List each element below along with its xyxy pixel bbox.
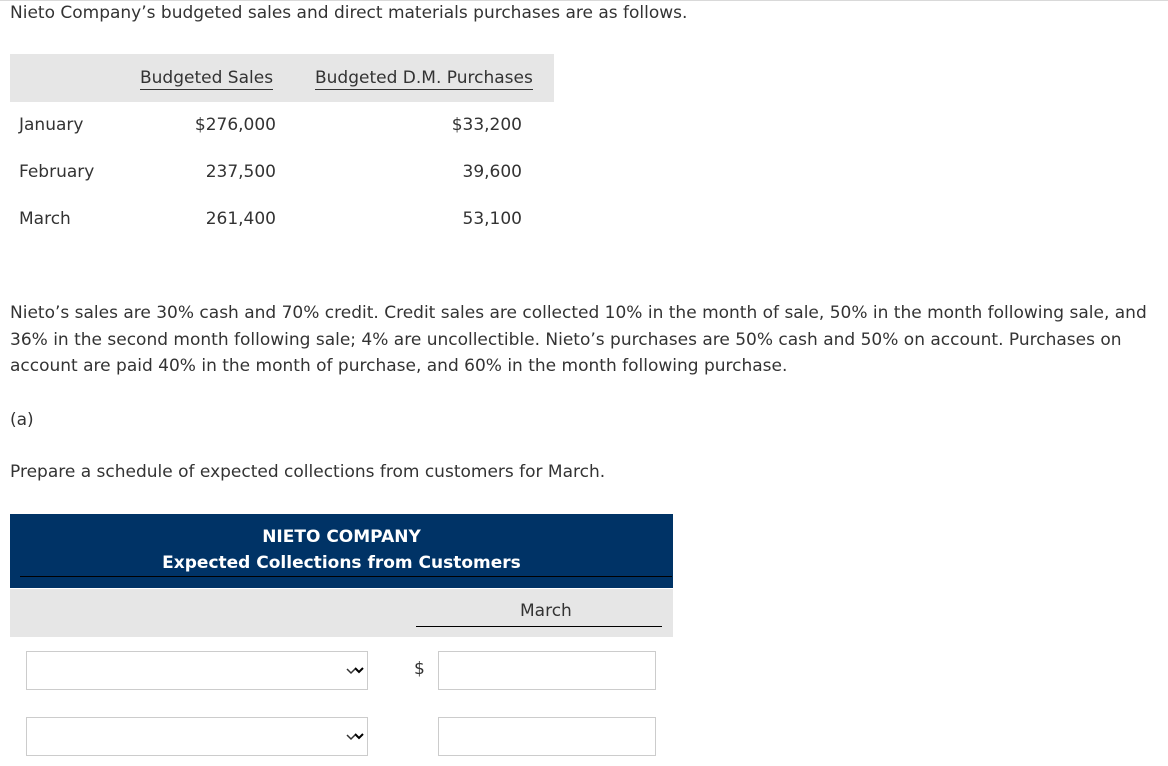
collection-item-select-control[interactable] (27, 718, 367, 755)
amount-field[interactable] (439, 652, 659, 691)
collection-item-select-control[interactable] (27, 652, 367, 689)
sales-value: 261,400 (205, 209, 276, 229)
collection-amount-input[interactable] (438, 717, 659, 757)
collection-amount-input[interactable] (438, 651, 659, 691)
purchases-value: 53,100 (462, 209, 522, 229)
budget-table-header: Budgeted Sales Budgeted D.M. Purchases (10, 54, 554, 102)
question-prompt: Prepare a schedule of expected collectio… (10, 462, 606, 482)
intro-text: Nieto Company’s budgeted sales and direc… (10, 3, 688, 23)
column-rule (416, 626, 662, 627)
schedule-header: NIETO COMPANY Expected Collections from … (10, 514, 673, 588)
chevron-down-icon (346, 668, 356, 675)
column-march: March (520, 601, 572, 621)
header-budgeted-dm-purchases: Budgeted D.M. Purchases (315, 68, 533, 90)
month-label: January (19, 115, 84, 135)
collection-item-select[interactable] (26, 717, 368, 756)
problem-paragraph: Nieto’s sales are 30% cash and 70% credi… (10, 303, 1147, 376)
top-divider (0, 0, 1168, 1)
table-row: February 237,500 39,600 (10, 162, 554, 192)
purchases-value: $33,200 (451, 115, 522, 135)
table-row: March 261,400 53,100 (10, 209, 554, 239)
company-name: NIETO COMPANY (262, 527, 421, 547)
month-label: February (19, 162, 95, 182)
purchases-value: 39,600 (462, 162, 522, 182)
part-label: (a) (10, 410, 34, 430)
header-budgeted-sales: Budgeted Sales (140, 68, 274, 90)
table-row: January $276,000 $33,200 (10, 115, 554, 145)
month-label: March (19, 209, 71, 229)
sales-value: $276,000 (194, 115, 276, 135)
chevron-down-icon (346, 734, 356, 741)
schedule-title: Expected Collections from Customers (162, 553, 521, 573)
header-rule (20, 576, 672, 577)
dollar-sign: $ (414, 659, 425, 679)
sales-value: 237,500 (205, 162, 276, 182)
amount-field[interactable] (439, 718, 659, 757)
schedule-column-header: March (10, 589, 673, 637)
collection-item-select[interactable] (26, 651, 368, 690)
